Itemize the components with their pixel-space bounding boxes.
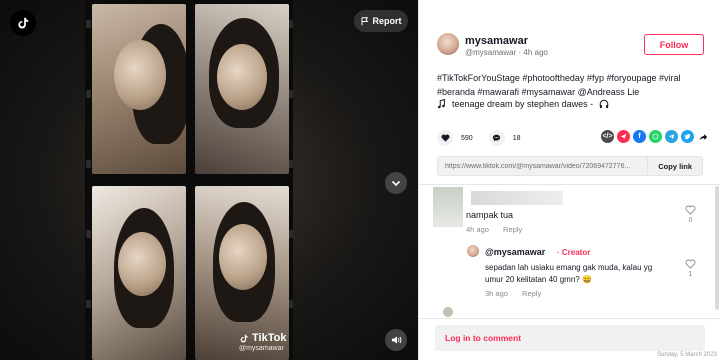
comments-list[interactable]: nampak tua 4h ago Reply 0 @mysamawar · C… [419,184,720,318]
heart-outline-icon [685,205,696,215]
headphones-icon [599,99,609,109]
comments-scrollbar[interactable] [715,186,719,310]
reply-text: sepadan lah usiaku emang gak muda, kalau… [485,263,653,284]
reply-meta: 3h ago Reply [485,289,553,298]
share-link-url[interactable]: https://www.tiktok.com/@mysamawar/video/… [438,163,647,170]
share-arrow-icon[interactable] [697,130,710,143]
watermark-brand: TikTok [252,332,287,344]
next-comment-avatar [443,307,453,317]
copy-link-button[interactable]: Copy link [647,157,702,175]
reply-time: 3h ago [485,289,508,298]
screenshot-date-stamp: Sunday, 5 March 2023 [657,352,717,358]
music-note-icon [438,99,445,109]
photo-frame-1 [92,4,186,174]
embed-icon[interactable]: </> [601,130,614,143]
film-sprocket [86,230,91,238]
send-icon[interactable] [617,130,630,143]
tiktok-logo-icon[interactable] [10,10,36,36]
heart-icon [441,134,449,142]
report-label: Report [372,16,402,26]
author-meta: @mysamawar · 4h ago [465,48,548,57]
comment-icon [493,134,501,142]
reply-username[interactable]: @mysamawar [485,247,545,257]
reply-button[interactable]: Reply [503,225,522,234]
comment-count: 18 [512,134,521,142]
share-link-box: https://www.tiktok.com/@mysamawar/video/… [437,156,703,176]
login-to-comment-button[interactable]: Log in to comment [435,325,705,351]
post-time: 4h ago [523,48,548,57]
reply-avatar[interactable] [467,245,479,257]
next-video-button[interactable] [385,172,407,194]
like-button[interactable] [437,130,453,146]
volume-button[interactable] [385,329,407,351]
photo-frame-2 [195,4,289,174]
telegram-icon[interactable] [665,130,678,143]
reply-like-count: 1 [688,271,693,278]
comment-text: nampak tua [466,210,514,220]
caption-line[interactable]: #TikTokForYouStage #photooftheday #fyp #… [437,71,709,85]
film-sprocket [86,20,91,28]
tiktok-note-icon [240,334,248,342]
video-player[interactable]: Report TikTok @mysamawar [0,0,418,360]
post-detail-panel: mysamawar @mysamawar · 4h ago Follow #Ti… [418,0,720,360]
film-sprocket [86,90,91,98]
heart-outline-icon [685,259,696,269]
creator-badge: · Creator [557,248,591,257]
chevron-down-icon [391,180,401,187]
author-username[interactable]: mysamawar [465,35,528,47]
twitter-icon[interactable] [681,130,694,143]
comment-avatar-blurred [433,187,463,227]
music-row[interactable]: teenage dream by stephen dawes - [437,99,609,109]
video-watermark: TikTok @mysamawar [239,332,286,352]
comment-username-blurred [471,191,563,205]
comment-button[interactable] [488,130,505,146]
like-count: 590 [461,134,473,142]
film-sprocket [86,160,91,168]
photo-frame-3 [92,186,186,360]
author-handle: @mysamawar [465,48,517,57]
comment-like-count: 0 [688,217,693,224]
film-strip-video-frame [85,0,293,360]
login-bar: Log in to comment Sunday, 5 March 2023 [419,318,720,360]
avatar[interactable] [437,33,459,55]
reply-button[interactable]: Reply [522,289,541,298]
engagement-stats: 590 18 [437,130,536,146]
reply-like[interactable]: 1 [685,259,696,278]
post-caption: #TikTokForYouStage #photooftheday #fyp #… [437,71,709,99]
volume-icon [391,336,401,344]
share-buttons: </> f [601,130,710,143]
comment-like[interactable]: 0 [685,205,696,224]
report-button[interactable]: Report [354,10,408,32]
whatsapp-icon[interactable] [649,130,662,143]
follow-button[interactable]: Follow [644,34,704,55]
film-sprocket [86,300,91,308]
caption-line[interactable]: #beranda #mawarafi #mysamawar @Andreass … [437,85,709,99]
flag-icon [361,16,368,25]
music-title: teenage dream by stephen dawes - [452,99,594,109]
comment-meta: 4h ago Reply [466,225,534,234]
facebook-icon[interactable]: f [633,130,646,143]
comment-time: 4h ago [466,225,489,234]
watermark-handle: @mysamawar [239,345,284,352]
